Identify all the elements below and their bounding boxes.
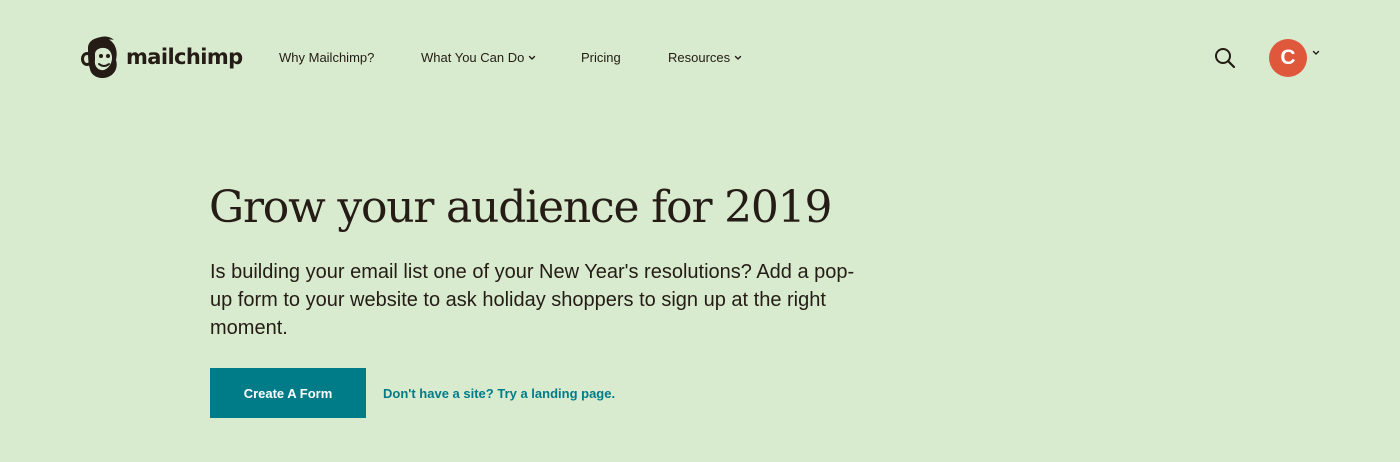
freddie-chimp-icon <box>81 36 117 79</box>
nav-label: What You Can Do <box>421 50 525 65</box>
nav-label: Why Mailchimp? <box>279 50 375 65</box>
search-button[interactable] <box>1213 46 1237 70</box>
nav-pricing[interactable]: Pricing <box>581 50 621 65</box>
top-navigation: mailchimp Why Mailchimp? What You Can Do… <box>0 0 1400 118</box>
nav-label: Resources <box>668 50 731 65</box>
hero-title: Grow your audience for 2019 <box>209 182 832 233</box>
landing-page-link[interactable]: Don't have a site? Try a landing page. <box>383 386 615 401</box>
search-icon <box>1215 48 1236 69</box>
create-form-button[interactable]: Create A Form <box>210 368 366 418</box>
mailchimp-logo[interactable]: mailchimp <box>78 34 243 80</box>
logo-wordmark: mailchimp <box>126 45 243 69</box>
chevron-down-icon <box>1312 50 1320 55</box>
chevron-down-icon <box>529 55 536 60</box>
avatar: C <box>1269 39 1307 77</box>
nav-resources[interactable]: Resources <box>668 50 742 65</box>
nav-label: Pricing <box>581 50 621 65</box>
chevron-down-icon <box>734 55 742 60</box>
account-menu[interactable]: C <box>1269 39 1320 77</box>
hero-description: Is building your email list one of your … <box>210 261 855 339</box>
nav-what-you-can-do[interactable]: What You Can Do <box>421 50 536 65</box>
nav-why-mailchimp[interactable]: Why Mailchimp? <box>279 50 374 65</box>
